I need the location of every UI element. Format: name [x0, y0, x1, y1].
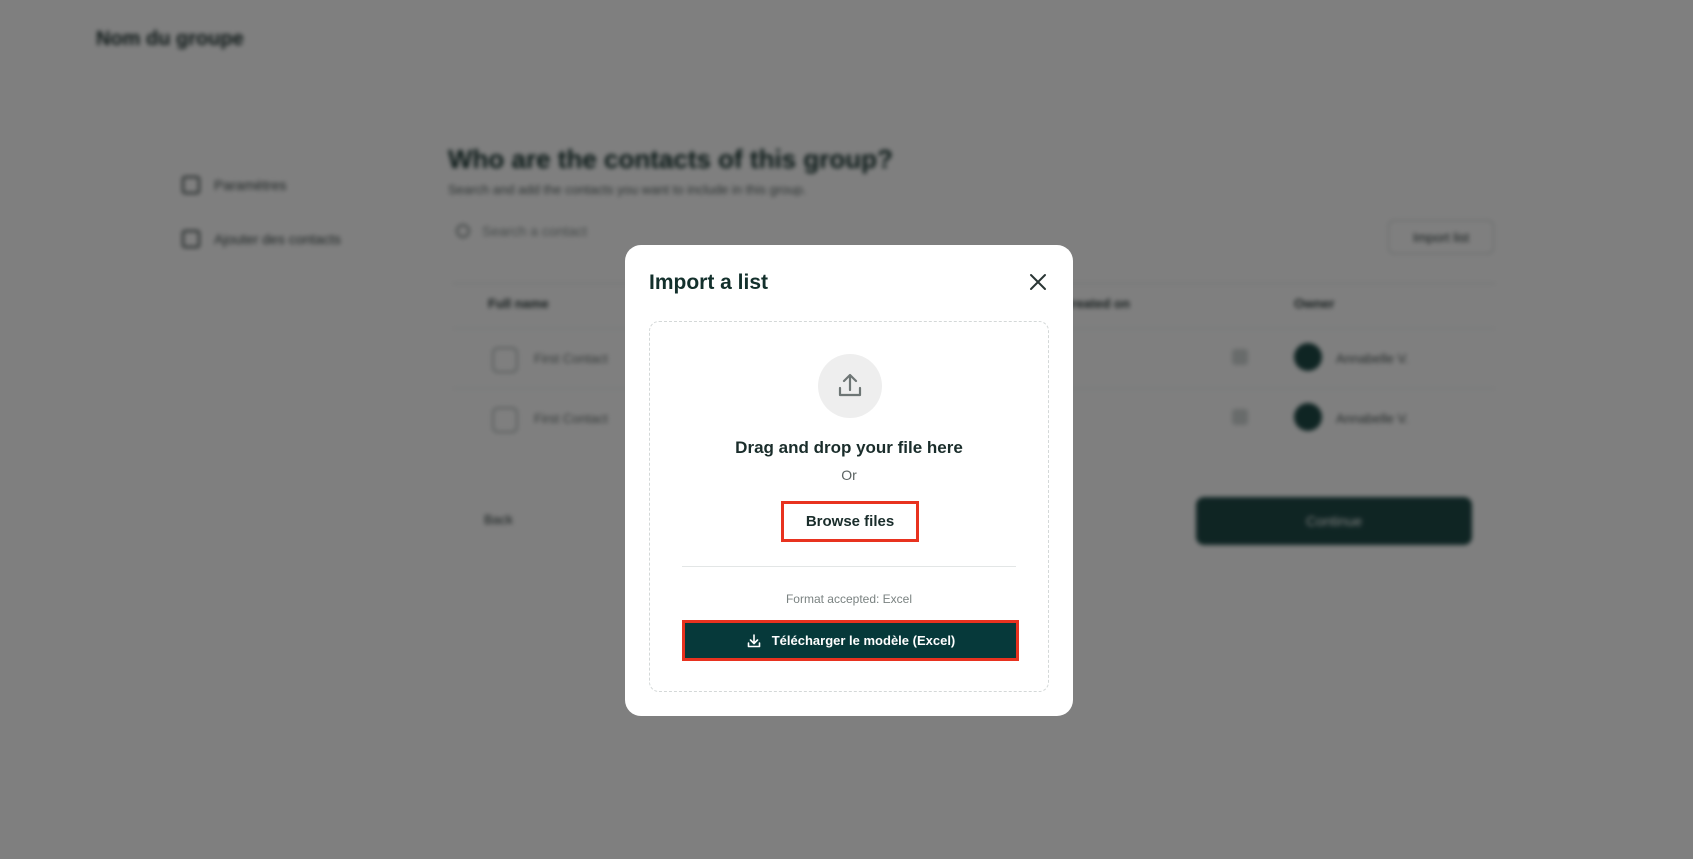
upload-icon: [818, 354, 882, 418]
close-icon[interactable]: [1027, 271, 1049, 293]
format-accepted-text: Format accepted: Excel: [785, 592, 913, 606]
divider: [682, 566, 1016, 567]
browse-files-button[interactable]: Browse files: [781, 501, 919, 542]
import-list-modal: Import a list Drag and drop your file he…: [625, 245, 1073, 716]
modal-title: Import a list: [649, 271, 769, 294]
dropzone-or-label: Or: [841, 467, 857, 483]
download-template-button[interactable]: Télécharger le modèle (Excel): [682, 620, 1019, 661]
download-icon: [746, 633, 762, 649]
download-template-label: Télécharger le modèle (Excel): [771, 633, 956, 648]
file-dropzone[interactable]: Drag and drop your file here Or Browse f…: [649, 321, 1049, 692]
dropzone-title: Drag and drop your file here: [735, 438, 963, 457]
